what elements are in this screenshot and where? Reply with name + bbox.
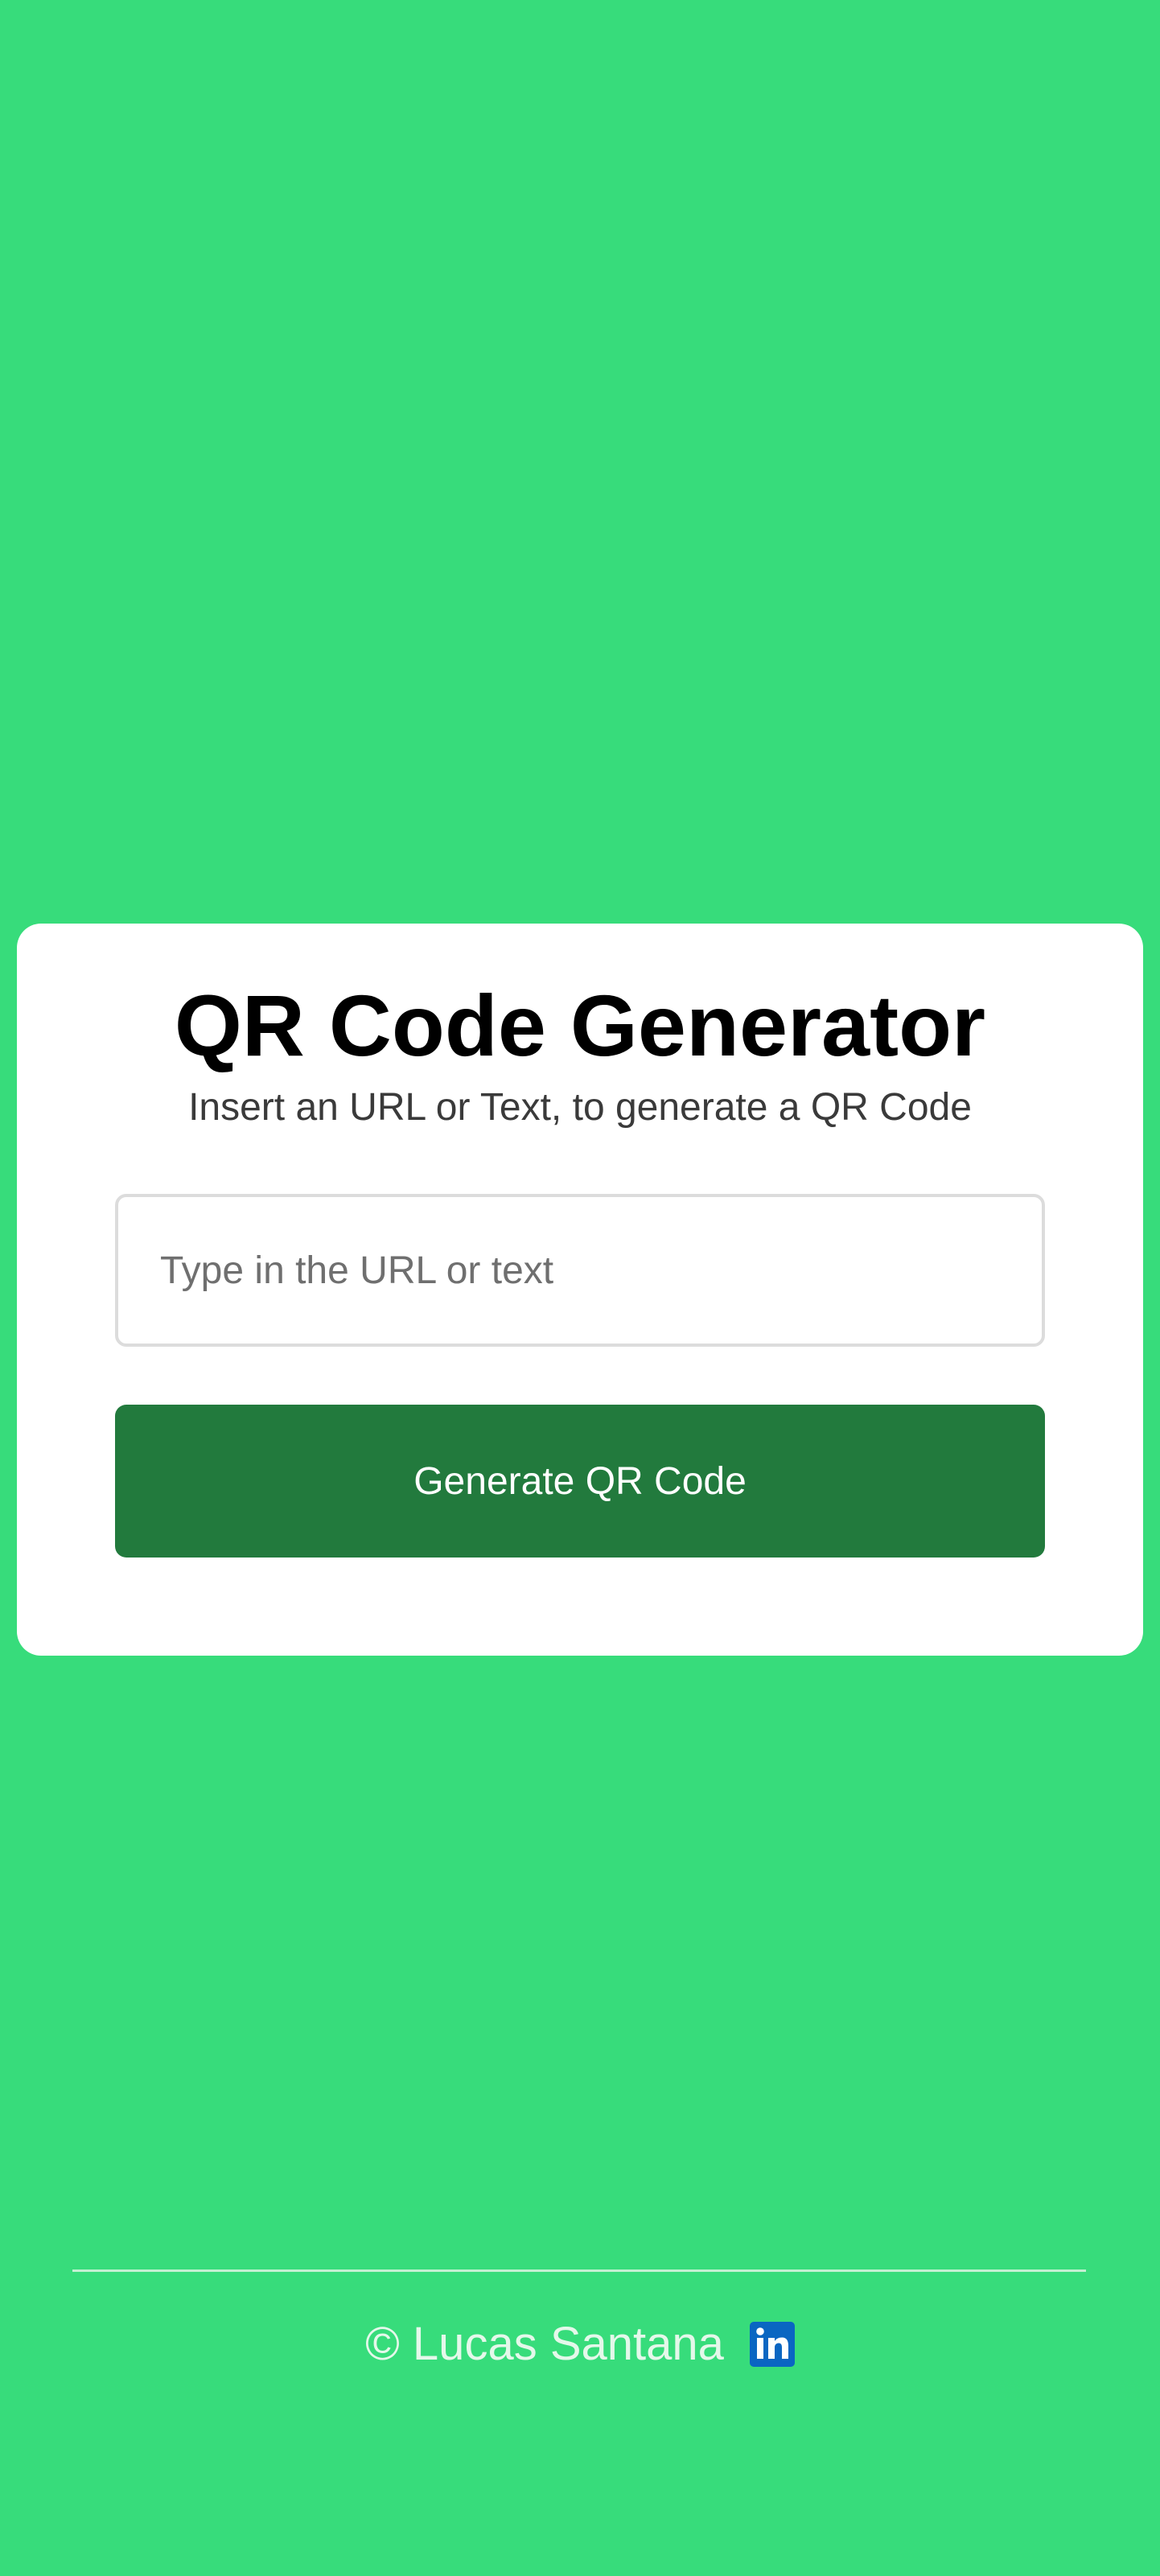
- url-text-input[interactable]: [115, 1194, 1045, 1347]
- qr-generator-card: QR Code Generator Insert an URL or Text,…: [17, 924, 1143, 1656]
- generate-qr-code-button[interactable]: Generate QR Code: [115, 1405, 1045, 1558]
- copyright-text: © Lucas Santana: [365, 2318, 724, 2370]
- footer-divider: [72, 2269, 1086, 2272]
- page-subtitle: Insert an URL or Text, to generate a QR …: [188, 1086, 972, 1129]
- linkedin-icon[interactable]: [749, 2321, 795, 2367]
- footer: © Lucas Santana: [0, 2317, 1160, 2371]
- page-title: QR Code Generator: [174, 977, 986, 1074]
